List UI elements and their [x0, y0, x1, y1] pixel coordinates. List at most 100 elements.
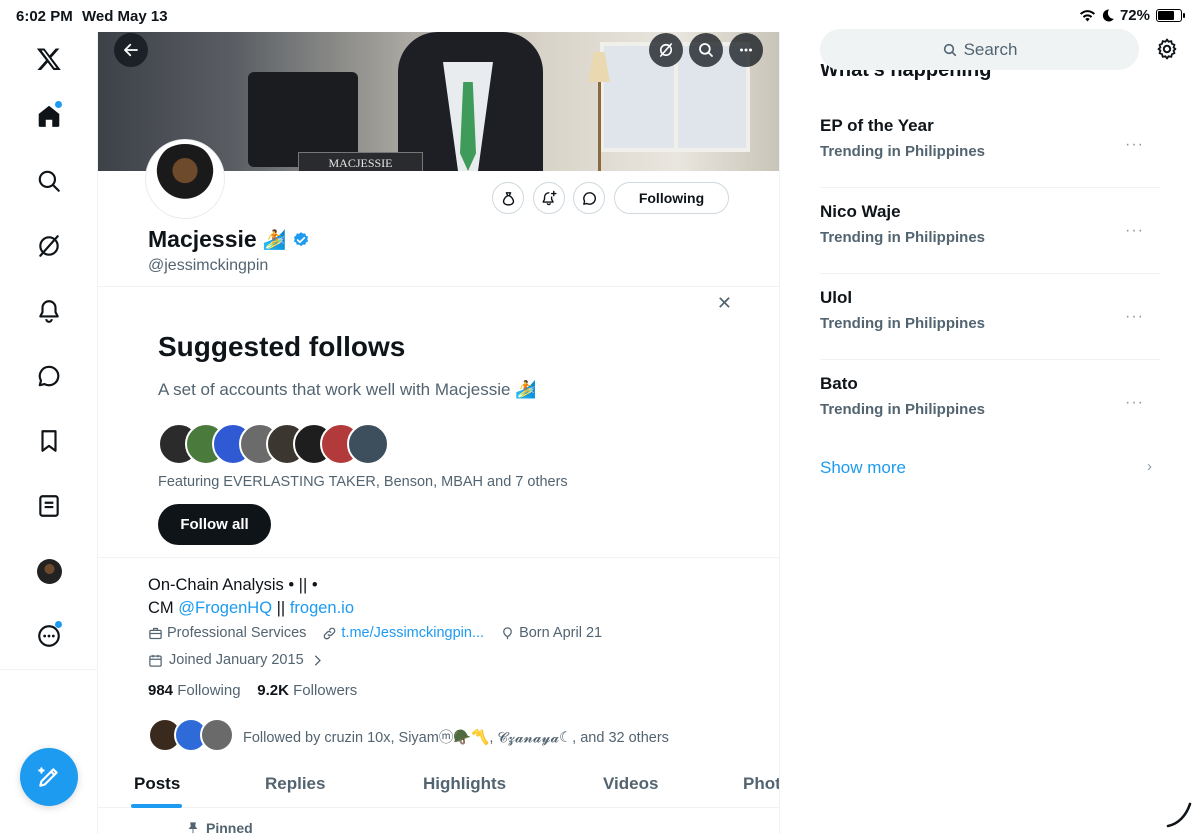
show-more-link[interactable]: Show more [820, 458, 906, 478]
search-placeholder: Search [963, 39, 1018, 59]
link-icon [324, 627, 336, 639]
profile-avatar[interactable] [30, 552, 68, 590]
followers-count-link[interactable]: 9.2K Followers [257, 682, 357, 699]
follow-all-button[interactable]: Follow all [158, 504, 271, 545]
lists-icon[interactable] [30, 487, 68, 525]
followers-label: Followers [293, 682, 358, 699]
search-icon [943, 43, 956, 56]
trend-title: Ulol [820, 288, 853, 307]
tab-photos[interactable]: Phot [743, 774, 779, 794]
follow-counts: 984 Following 9.2K Followers [148, 682, 357, 699]
bio-line-1: On-Chain Analysis • || • [148, 576, 318, 594]
message-button[interactable] [573, 182, 605, 214]
trend-item[interactable]: EP of the Year Trending in Philippines ·… [820, 102, 1160, 188]
tab-highlights[interactable]: Highlights [423, 774, 506, 794]
grok-icon [659, 43, 673, 57]
battery-percent: 72% [1119, 7, 1150, 24]
followed-by-avatar [200, 718, 234, 752]
chevron-right-icon[interactable]: › [1147, 458, 1152, 475]
suggested-follows-card: ✕ Suggested follows A set of accounts th… [98, 286, 779, 558]
pin-icon [188, 822, 198, 834]
trend-item[interactable]: Ulol Trending in Philippines ··· [820, 274, 1160, 360]
explore-icon[interactable] [30, 162, 68, 200]
trend-title: Bato [820, 374, 858, 393]
search-input[interactable]: Search [820, 29, 1139, 70]
website-link[interactable]: t.me/Jessimckingpin... [341, 625, 484, 641]
trend-item[interactable]: Bato Trending in Philippines ··· [820, 360, 1160, 446]
meta-website[interactable]: t.me/Jessimckingpin... [322, 625, 484, 641]
trend-more-icon[interactable]: ··· [1125, 394, 1144, 412]
followed-by-row[interactable]: Followed by cruzin 10x, Siyamⓜ️🪖〽️, 𝓒𝔃𝓪𝓷… [148, 718, 748, 754]
chevron-right-icon [314, 655, 321, 665]
profile-search-button[interactable] [689, 33, 723, 67]
bio-website-link[interactable]: frogen.io [290, 599, 354, 617]
more-notification-dot [55, 621, 62, 628]
tab-replies[interactable]: Replies [265, 774, 325, 794]
compose-post-button[interactable] [20, 748, 78, 806]
tip-button[interactable] [492, 182, 524, 214]
following-count: 984 [148, 682, 174, 699]
wifi-icon [1079, 10, 1095, 22]
tab-posts[interactable]: Posts [134, 774, 180, 794]
trend-context: Trending in Philippines [820, 401, 986, 418]
back-button[interactable] [114, 33, 148, 67]
bio-separator: || [276, 599, 286, 617]
arrow-left-icon [124, 43, 138, 57]
nav-divider [0, 669, 98, 670]
briefcase-icon [149, 627, 162, 639]
status-date: Wed May 13 [82, 8, 168, 25]
active-tab-indicator [131, 804, 182, 808]
profile-meta-row: Professional Services t.me/Jessimckingpi… [148, 625, 612, 641]
status-bar: 6:02 PM Wed May 13 72% [0, 0, 1200, 32]
profile-handle: @jessimckingpin [148, 257, 269, 274]
grok-profile-button[interactable] [649, 33, 683, 67]
profile-more-button[interactable] [729, 33, 763, 67]
close-icon[interactable]: ✕ [717, 293, 732, 314]
trend-more-icon[interactable]: ··· [1125, 222, 1144, 240]
right-sidebar: What's happening Search EP of the Year T… [781, 29, 1200, 834]
trend-more-icon[interactable]: ··· [1125, 136, 1144, 154]
profile-name-emoji: 🏄 [262, 229, 287, 251]
trend-title: Nico Waje [820, 202, 901, 221]
avatar-image [150, 144, 220, 214]
following-button[interactable]: Following [614, 182, 729, 214]
more-horizontal-icon [740, 48, 752, 52]
meta-category: Professional Services [148, 625, 306, 641]
suggested-avatars[interactable] [158, 423, 398, 465]
profile-name: Macjessie [148, 226, 257, 252]
trend-title: EP of the Year [820, 116, 934, 135]
pinned-text: Pinned [206, 820, 253, 834]
compose-icon [38, 767, 58, 787]
verified-badge-icon[interactable] [292, 231, 310, 249]
bio-mention-link[interactable]: @FrogenHQ [178, 599, 272, 617]
trend-more-icon[interactable]: ··· [1125, 308, 1144, 326]
notify-button[interactable] [533, 182, 565, 214]
gear-icon[interactable] [1155, 37, 1179, 61]
following-label: Following [177, 682, 241, 699]
money-bag-icon [502, 191, 514, 206]
battery-icon [1156, 9, 1185, 22]
suggested-title: Suggested follows [158, 331, 406, 362]
profile-avatar-image [36, 558, 62, 584]
grok-icon[interactable] [30, 227, 68, 265]
profile-tabs: Posts Replies Highlights Videos Phot [98, 768, 779, 808]
bell-plus-icon [541, 190, 557, 205]
profile-joined-row[interactable]: Joined January 2015 [148, 652, 325, 668]
following-count-link[interactable]: 984 Following [148, 682, 241, 699]
more-icon[interactable] [30, 617, 68, 655]
bookmarks-icon[interactable] [30, 422, 68, 460]
x-logo-icon[interactable] [30, 40, 68, 78]
category-text: Professional Services [167, 625, 307, 641]
notifications-icon[interactable] [30, 292, 68, 330]
home-icon[interactable] [30, 97, 68, 135]
profile-bio: On-Chain Analysis • || • CM @FrogenHQ ||… [148, 574, 354, 620]
status-indicators: 72% [1079, 7, 1185, 24]
born-text: Born April 21 [519, 625, 603, 641]
suggested-avatar [347, 423, 389, 465]
messages-icon[interactable] [30, 357, 68, 395]
trend-item[interactable]: Nico Waje Trending in Philippines ··· [820, 188, 1160, 274]
profile-avatar-large[interactable] [146, 140, 224, 218]
home-notification-dot [55, 101, 62, 108]
suggested-featuring: Featuring EVERLASTING TAKER, Benson, MBA… [158, 474, 568, 490]
tab-videos[interactable]: Videos [603, 774, 658, 794]
